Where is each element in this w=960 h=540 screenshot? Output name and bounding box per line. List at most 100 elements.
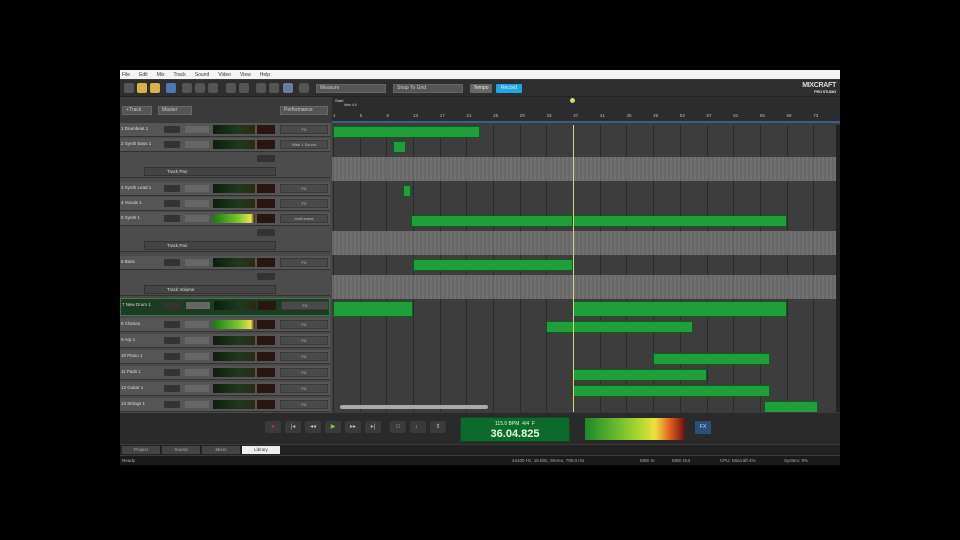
master-button[interactable]: Master (158, 106, 192, 115)
track-row[interactable]: 3 Synth Lead 1 FX (120, 182, 330, 196)
track-name[interactable]: 12 Guitar 1 (121, 385, 163, 390)
mute-solo-buttons[interactable] (164, 215, 180, 222)
fx-button[interactable]: FX (280, 400, 328, 409)
clip[interactable] (403, 185, 412, 197)
marker-label[interactable]: Start (335, 98, 343, 103)
volume-slider[interactable] (185, 215, 209, 222)
fx-button[interactable]: FX (280, 368, 328, 377)
clip[interactable] (393, 141, 407, 153)
fx-button[interactable]: FX (280, 336, 328, 345)
track-row[interactable]: 10 Piano 1 FX (120, 350, 330, 364)
track-name[interactable]: 4 Vocals 1 (121, 200, 163, 205)
menu-sound[interactable]: Sound (195, 72, 209, 78)
mute-solo-buttons[interactable] (165, 302, 181, 309)
automation-buttons[interactable] (257, 155, 275, 162)
mute-solo-buttons[interactable] (164, 200, 180, 207)
zoom-in-icon[interactable] (256, 83, 266, 93)
tab-mixer[interactable]: Mixer (202, 446, 240, 454)
timeline-ruler[interactable]: Start Intro 4:4 1 5 9 13 17 21 25 29 33 37 41 45 49 5… (332, 97, 840, 123)
clip[interactable] (573, 385, 770, 397)
menu-help[interactable]: Help (260, 72, 270, 78)
menu-file[interactable]: File (122, 72, 130, 78)
track-row[interactable]: 1 Drumbeat 1 FX (120, 123, 330, 137)
track-name[interactable]: 11 Pads 1 (121, 369, 163, 374)
mute-solo-buttons[interactable] (164, 401, 180, 408)
automation-buttons[interactable] (257, 273, 275, 280)
midi-in[interactable]: MIDI In (640, 456, 655, 465)
fx-button[interactable]: FX (280, 199, 328, 208)
tab-sound[interactable]: Sound (162, 446, 200, 454)
menu-video[interactable]: Video (218, 72, 231, 78)
fx-button[interactable]: FX (280, 352, 328, 361)
mute-solo-buttons[interactable] (164, 126, 180, 133)
volume-slider[interactable] (185, 369, 209, 376)
track-name[interactable]: 3 Synth Lead 1 (121, 185, 163, 190)
fx-button[interactable]: FX (280, 184, 328, 193)
key-readout[interactable]: F (532, 421, 535, 427)
vertical-scrollbar[interactable] (836, 125, 840, 412)
record-button[interactable]: Record (496, 84, 522, 93)
clip[interactable] (653, 353, 770, 365)
playhead-handle[interactable] (570, 98, 575, 103)
mute-solo-buttons[interactable] (164, 185, 180, 192)
automation-lane[interactable] (332, 231, 838, 255)
menu-view[interactable]: View (240, 72, 251, 78)
volume-slider[interactable] (185, 200, 209, 207)
mute-solo-buttons[interactable] (164, 337, 180, 344)
mixdown-icon[interactable] (166, 83, 176, 93)
fx-button[interactable]: FX (280, 258, 328, 267)
track-row[interactable]: 12 Guitar 1 FX (120, 382, 330, 396)
rewind-icon[interactable]: ◂◂ (305, 421, 321, 433)
mute-solo-buttons[interactable] (164, 385, 180, 392)
signature-readout[interactable]: 4/4 (522, 421, 529, 427)
midi-out[interactable]: MIDI Out (672, 456, 690, 465)
loop-icon[interactable] (299, 83, 309, 93)
tempo-readout[interactable]: 115.0 BPM (495, 421, 519, 427)
tab-project[interactable]: Project (122, 446, 160, 454)
automation-select[interactable]: Track Pan (144, 167, 276, 176)
clip[interactable] (573, 301, 787, 317)
playhead[interactable] (573, 125, 575, 412)
add-track-button[interactable]: +Track (122, 106, 152, 115)
volume-slider[interactable] (185, 321, 209, 328)
volume-slider[interactable] (185, 126, 209, 133)
performance-button[interactable]: Performance (280, 106, 328, 115)
loop-icon[interactable]: □ (390, 421, 406, 433)
volume-slider[interactable] (185, 353, 209, 360)
redo-icon[interactable] (239, 83, 249, 93)
punch-icon[interactable]: ⇕ (430, 421, 446, 433)
clip[interactable] (333, 301, 414, 317)
cut-icon[interactable] (182, 83, 192, 93)
mute-solo-buttons[interactable] (164, 141, 180, 148)
mute-solo-buttons[interactable] (164, 259, 180, 266)
record-icon[interactable]: ● (265, 421, 281, 433)
track-row[interactable]: 5 Synth 1 Instrument (120, 212, 330, 226)
automation-select[interactable]: Track Volume (144, 285, 276, 294)
track-name[interactable]: 8 Chimes (121, 321, 163, 326)
zoom-out-icon[interactable] (269, 83, 279, 93)
horizontal-scrollbar[interactable] (340, 405, 488, 409)
volume-slider[interactable] (185, 185, 209, 192)
save-icon[interactable] (150, 83, 160, 93)
play-icon[interactable]: ▶ (325, 421, 341, 433)
automation-select[interactable]: Track Pan (144, 241, 276, 250)
fx-button[interactable]: FX (281, 301, 329, 310)
track-name[interactable]: 7 New Drum 1 (122, 302, 164, 307)
fx-button[interactable]: Instrument (280, 214, 328, 223)
clip[interactable] (573, 215, 787, 227)
clip[interactable] (573, 369, 707, 381)
track-name[interactable]: 9 Arp 1 (121, 337, 163, 342)
undo-icon[interactable] (226, 83, 236, 93)
mute-solo-buttons[interactable] (164, 369, 180, 376)
track-row[interactable]: 13 Strings 1 FX (120, 398, 330, 412)
metronome-icon[interactable]: ♩ (410, 421, 426, 433)
automation-buttons[interactable] (257, 229, 275, 236)
track-row[interactable]: 8 Chimes FX (120, 318, 330, 332)
fx-button[interactable]: FX (280, 384, 328, 393)
metronome-icon[interactable] (283, 83, 293, 93)
clip[interactable] (546, 321, 694, 333)
volume-slider[interactable] (185, 337, 209, 344)
track-row[interactable]: 6 Bass FX (120, 256, 330, 270)
track-row[interactable]: 4 Vocals 1 FX (120, 197, 330, 211)
key-select[interactable]: Snap To Grid (393, 84, 463, 93)
